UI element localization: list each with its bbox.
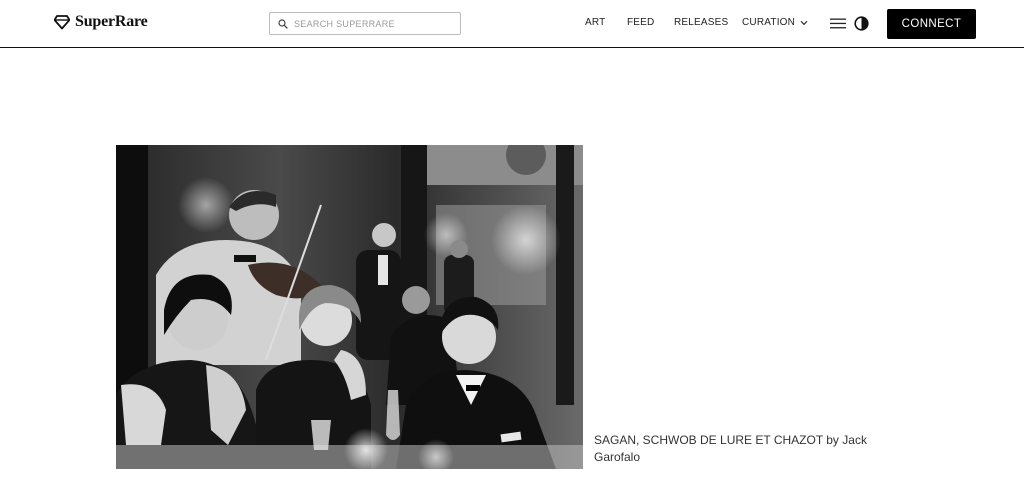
superrare-logo[interactable]: SuperRare bbox=[54, 13, 148, 31]
connect-button[interactable]: CONNECT bbox=[887, 9, 976, 39]
nav-curation-label: CURATION bbox=[742, 17, 796, 28]
nav-curation-dropdown[interactable]: CURATION bbox=[742, 17, 808, 28]
artwork-caption[interactable]: SAGAN, SCHWOB DE LURE ET CHAZOT by Jack … bbox=[594, 432, 894, 466]
hamburger-menu-icon[interactable] bbox=[830, 18, 846, 29]
nav-feed[interactable]: FEED bbox=[627, 17, 654, 28]
chevron-down-icon bbox=[800, 20, 808, 25]
top-navigation-bar: SuperRare ART FEED RELEASES CURATION CON… bbox=[0, 0, 1024, 48]
search-bar[interactable] bbox=[269, 12, 461, 35]
diamond-logo-icon bbox=[54, 15, 70, 30]
search-icon bbox=[278, 18, 288, 29]
contrast-toggle-icon[interactable] bbox=[854, 16, 869, 31]
nav-releases[interactable]: RELEASES bbox=[674, 17, 728, 28]
nav-art[interactable]: ART bbox=[585, 17, 605, 28]
search-input[interactable] bbox=[294, 14, 454, 33]
brand-name: SuperRare bbox=[75, 13, 148, 30]
artwork-image[interactable] bbox=[116, 145, 583, 469]
artwork-photo bbox=[116, 145, 583, 469]
